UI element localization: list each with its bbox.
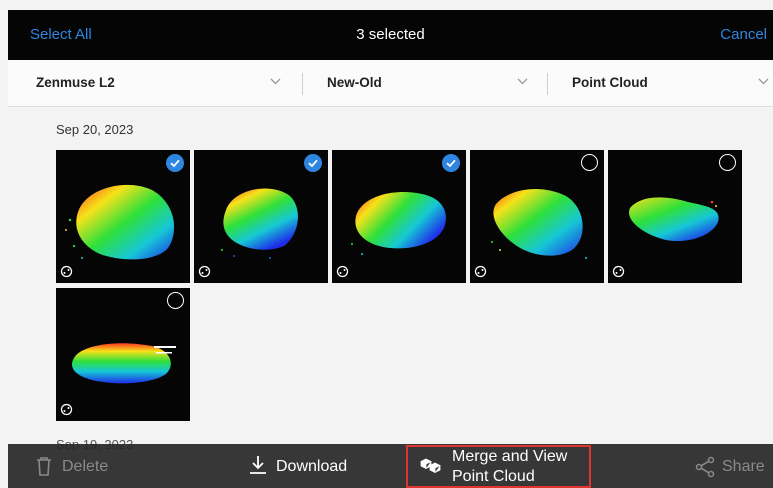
share-label: Share — [722, 458, 765, 475]
chevron-down-icon — [517, 78, 528, 85]
type-filter-dropdown[interactable]: Point Cloud — [548, 60, 773, 106]
point-cloud-thumbnail[interactable] — [56, 150, 190, 283]
point-cloud-icon — [60, 265, 73, 278]
selection-circle-icon[interactable] — [167, 292, 184, 309]
highlight-annotation-box — [406, 445, 591, 488]
delete-label: Delete — [62, 458, 109, 475]
camera-filter-label: Zenmuse L2 — [36, 75, 115, 90]
selection-header: Select All 3 selected Cancel — [8, 10, 773, 60]
point-cloud-preview — [72, 343, 176, 384]
sort-filter-dropdown[interactable]: New-Old — [303, 60, 547, 106]
download-label: Download — [276, 458, 348, 475]
point-cloud-icon — [198, 265, 211, 278]
download-button[interactable]: Download — [242, 444, 372, 488]
point-cloud-thumbnail[interactable] — [470, 150, 604, 283]
share-button[interactable]: Share — [692, 444, 772, 488]
filter-bar: Zenmuse L2 New-Old Point Cloud — [8, 60, 773, 107]
point-cloud-icon — [612, 265, 625, 278]
point-cloud-preview — [629, 197, 719, 242]
chevron-down-icon — [270, 78, 281, 85]
chevron-down-icon — [758, 78, 769, 85]
point-cloud-thumbnail[interactable] — [608, 150, 742, 283]
sort-filter-label: New-Old — [327, 75, 382, 90]
bottom-action-bar: Delete Download Merge and View Point Clo… — [8, 444, 773, 488]
point-cloud-thumbnail[interactable] — [56, 288, 190, 421]
selection-check-icon[interactable] — [442, 154, 460, 172]
point-cloud-thumbnail[interactable] — [194, 150, 328, 283]
selection-check-icon[interactable] — [166, 154, 184, 172]
camera-filter-dropdown[interactable]: Zenmuse L2 — [8, 60, 302, 106]
delete-button[interactable]: Delete — [30, 444, 140, 488]
selection-circle-icon[interactable] — [719, 154, 736, 171]
date-group-header: Sep 20, 2023 — [56, 122, 134, 137]
album-screen: Select All 3 selected Cancel Zenmuse L2 … — [0, 0, 773, 488]
point-cloud-icon — [336, 265, 349, 278]
selection-count-title: 3 selected — [356, 26, 425, 43]
download-icon — [250, 456, 266, 474]
point-cloud-preview — [491, 189, 587, 259]
type-filter-label: Point Cloud — [572, 75, 648, 90]
point-cloud-thumbnail[interactable] — [332, 150, 466, 283]
cancel-button[interactable]: Cancel — [720, 26, 767, 43]
selection-check-icon[interactable] — [304, 154, 322, 172]
share-icon — [695, 456, 715, 478]
trash-icon — [37, 457, 51, 476]
point-cloud-icon — [474, 265, 487, 278]
selection-circle-icon[interactable] — [581, 154, 598, 171]
point-cloud-icon — [60, 403, 73, 416]
